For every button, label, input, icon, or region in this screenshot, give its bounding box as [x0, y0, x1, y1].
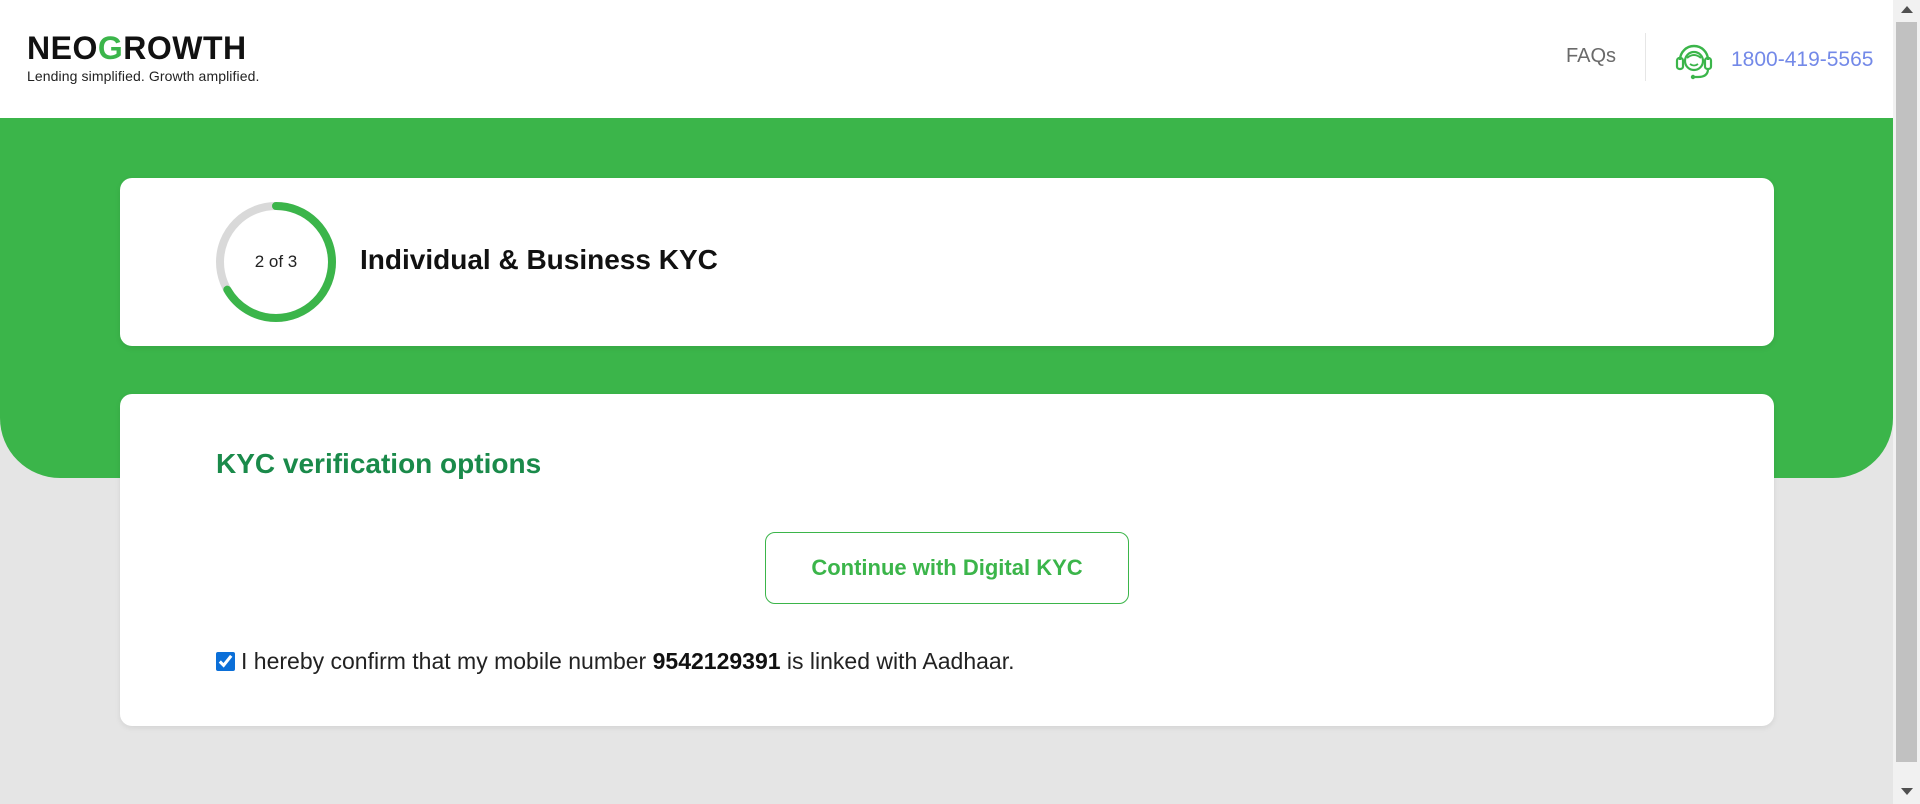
scroll-down-arrow-icon[interactable] — [1901, 788, 1913, 795]
header-divider — [1645, 33, 1646, 81]
top-header: NEOGROWTH Lending simplified. Growth amp… — [0, 0, 1893, 118]
aadhaar-confirm-checkbox[interactable] — [216, 652, 235, 671]
logo-wordmark-g: G — [97, 30, 124, 66]
step-progress-card: 2 of 3 Individual & Business KYC — [120, 178, 1774, 346]
kyc-options-card: KYC verification options Continue with D… — [120, 394, 1774, 726]
step-counter-label: 2 of 3 — [254, 252, 298, 271]
aadhaar-confirm-label[interactable]: I hereby confirm that my mobile number 9… — [241, 648, 1015, 675]
kyc-options-heading: KYC verification options — [216, 448, 542, 479]
confirm-text-suffix: is linked with Aadhaar. — [786, 648, 1015, 674]
page: NEOGROWTH Lending simplified. Growth amp… — [0, 0, 1893, 804]
logo-wordmark-part1: NEO — [27, 30, 98, 66]
support-phone-link[interactable]: 1800-419-5565 — [1731, 48, 1873, 72]
scrollbar-thumb[interactable] — [1896, 22, 1917, 762]
scroll-up-arrow-icon[interactable] — [1901, 6, 1913, 13]
mobile-number: 9542129391 — [652, 648, 781, 674]
logo-tagline: Lending simplified. Growth amplified. — [27, 68, 260, 84]
headset-support-icon — [1675, 44, 1713, 80]
faqs-link[interactable]: FAQs — [1566, 45, 1616, 68]
logo-wordmark-part2: ROWTH — [123, 30, 247, 66]
step-title: Individual & Business KYC — [360, 244, 718, 275]
logo-wordmark: NEOGROWTH — [27, 30, 247, 66]
continue-digital-kyc-button[interactable]: Continue with Digital KYC — [765, 532, 1129, 604]
vertical-scrollbar[interactable] — [1893, 0, 1920, 804]
aadhaar-confirm-row: I hereby confirm that my mobile number 9… — [216, 648, 1015, 675]
confirm-text-prefix: I hereby confirm that my mobile number — [241, 648, 647, 674]
neogrowth-logo[interactable]: NEOGROWTH Lending simplified. Growth amp… — [27, 30, 267, 88]
